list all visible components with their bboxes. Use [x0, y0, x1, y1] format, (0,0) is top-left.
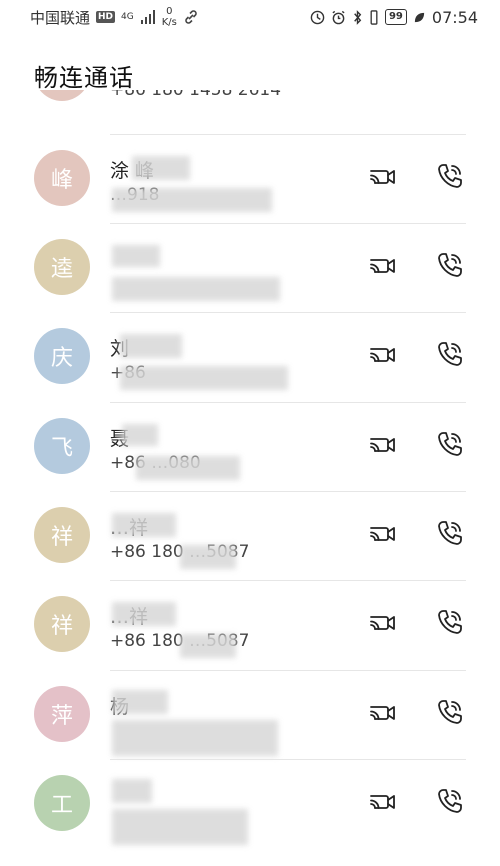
- contact-row[interactable]: 庆刘+86: [0, 312, 500, 401]
- privacy-blur: [120, 366, 288, 390]
- row-divider: [110, 759, 466, 760]
- carrier-label: 中国联通: [30, 8, 91, 27]
- voice-call-button[interactable]: [432, 249, 468, 285]
- privacy-blur: [112, 513, 176, 537]
- contact-avatar[interactable]: 逵: [34, 239, 90, 295]
- hd-badge: HD: [96, 11, 116, 23]
- video-call-button[interactable]: [364, 160, 400, 196]
- privacy-blur: [112, 602, 176, 626]
- voice-call-button[interactable]: [432, 696, 468, 732]
- contact-row[interactable]: 工: [0, 759, 500, 848]
- privacy-blur: [112, 277, 280, 301]
- voice-call-button[interactable]: [432, 517, 468, 553]
- contact-avatar[interactable]: 飞: [34, 418, 90, 474]
- video-call-button[interactable]: [364, 606, 400, 642]
- phone-call-icon: [434, 90, 466, 91]
- privacy-blur: [112, 779, 152, 803]
- contact-avatar[interactable]: 工: [34, 775, 90, 831]
- privacy-blur: [112, 690, 168, 714]
- status-left: 中国联通 HD 4G 0 K/s: [30, 6, 199, 28]
- voice-call-button[interactable]: [432, 785, 468, 821]
- contact-row[interactable]: 祥…祥+86 180 …5087: [0, 491, 500, 580]
- video-call-icon: [366, 338, 398, 374]
- contact-avatar[interactable]: [34, 90, 90, 101]
- voice-call-button[interactable]: [432, 160, 468, 196]
- video-call-icon: [366, 696, 398, 732]
- alarm-icon: [332, 10, 345, 24]
- network-label: 4G: [121, 11, 134, 22]
- row-divider: [110, 491, 466, 492]
- privacy-blur: [120, 334, 182, 358]
- privacy-blur: [112, 720, 278, 756]
- row-divider: [110, 312, 466, 313]
- video-call-button[interactable]: [364, 90, 400, 91]
- bluetooth-icon: [354, 9, 362, 25]
- privacy-blur: [180, 545, 236, 569]
- contact-row[interactable]: 飞聂+86 …080: [0, 402, 500, 491]
- contact-row[interactable]: 萍杨: [0, 670, 500, 759]
- video-call-button[interactable]: [364, 517, 400, 553]
- privacy-blur: [180, 634, 236, 658]
- page-title: 畅连通话: [34, 64, 134, 92]
- contact-row[interactable]: 峰涂 峰…918: [0, 134, 500, 223]
- video-call-button[interactable]: [364, 249, 400, 285]
- row-divider: [110, 223, 466, 224]
- contact-row[interactable]: +86 180 1458 2614: [0, 90, 500, 118]
- video-call-button[interactable]: [364, 785, 400, 821]
- data-saver-icon: [310, 10, 325, 24]
- phone-call-icon: [434, 785, 466, 821]
- phone-call-icon: [434, 338, 466, 374]
- video-call-icon: [366, 428, 398, 464]
- leaf-icon: [414, 12, 425, 22]
- battery-indicator: 99: [384, 9, 407, 25]
- video-call-icon: [366, 90, 398, 91]
- status-right: 99 07:54: [310, 8, 478, 27]
- vibrate-icon: [370, 9, 378, 25]
- contact-avatar[interactable]: 祥: [34, 507, 90, 563]
- video-call-icon: [366, 517, 398, 553]
- privacy-blur: [112, 188, 272, 212]
- video-call-button[interactable]: [364, 428, 400, 464]
- clock: 07:54: [431, 7, 478, 27]
- row-divider: [110, 402, 466, 403]
- contact-row[interactable]: 逵: [0, 223, 500, 312]
- video-call-button[interactable]: [364, 696, 400, 732]
- voice-call-button[interactable]: [432, 338, 468, 374]
- voice-call-button[interactable]: [432, 90, 468, 91]
- privacy-blur: [136, 456, 240, 480]
- phone-call-icon: [434, 606, 466, 642]
- video-call-button[interactable]: [364, 338, 400, 374]
- link-icon: [185, 10, 197, 24]
- net-speed: 0 K/s: [162, 6, 177, 28]
- contact-avatar[interactable]: 祥: [34, 596, 90, 652]
- phone-call-icon: [434, 428, 466, 464]
- contact-avatar[interactable]: 庆: [34, 328, 90, 384]
- signal-icon: [140, 10, 155, 24]
- row-divider: [110, 580, 466, 581]
- contact-row[interactable]: 祥…祥+86 180 …5087: [0, 580, 500, 669]
- video-call-icon: [366, 606, 398, 642]
- phone-call-icon: [434, 249, 466, 285]
- contact-avatar[interactable]: 峰: [34, 150, 90, 206]
- privacy-blur: [132, 156, 190, 180]
- row-divider: [110, 134, 466, 135]
- status-bar: 中国联通 HD 4G 0 K/s 99 07:54: [0, 0, 500, 34]
- video-call-icon: [366, 249, 398, 285]
- contact-phone: +86 180 1458 2614: [110, 90, 282, 100]
- voice-call-button[interactable]: [432, 428, 468, 464]
- privacy-blur: [112, 809, 248, 845]
- phone-call-icon: [434, 160, 466, 196]
- phone-call-icon: [434, 696, 466, 732]
- video-call-icon: [366, 160, 398, 196]
- privacy-blur: [122, 424, 158, 446]
- voice-call-button[interactable]: [432, 606, 468, 642]
- net-speed-value: 0: [166, 6, 173, 17]
- net-speed-unit: K/s: [161, 17, 177, 28]
- privacy-blur: [112, 245, 160, 267]
- row-divider: [110, 670, 466, 671]
- contact-list[interactable]: +86 180 1458 2614 峰涂 峰…918 逵庆刘+86飞聂+86 …08…: [0, 90, 500, 866]
- video-call-icon: [366, 785, 398, 821]
- phone-call-icon: [434, 517, 466, 553]
- contact-avatar[interactable]: 萍: [34, 686, 90, 742]
